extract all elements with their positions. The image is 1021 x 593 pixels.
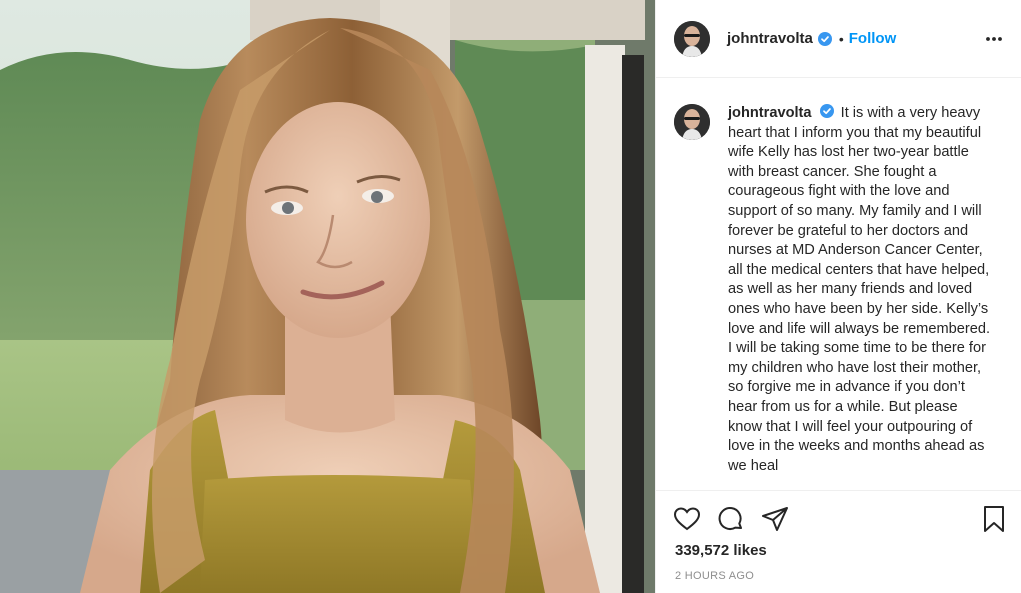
comment-icon[interactable] <box>717 505 745 533</box>
post-header: johntravolta • Follow <box>656 0 1021 78</box>
post-side-panel: johntravolta • Follow johntravolta It is… <box>655 0 1021 593</box>
heart-icon[interactable] <box>673 505 701 533</box>
post-photo[interactable] <box>0 0 655 593</box>
comments-section[interactable]: johntravolta It is with a very heavy hea… <box>656 79 1021 490</box>
caption-username-link[interactable]: johntravolta <box>728 105 812 121</box>
caption-text: It is with a very heavy heart that I inf… <box>728 105 990 474</box>
post-photo-image <box>0 0 655 593</box>
caption-verified-badge-icon <box>819 104 834 118</box>
caption-avatar[interactable] <box>674 104 710 140</box>
separator-dot: • <box>838 30 844 47</box>
username-link[interactable]: johntravolta <box>727 30 813 47</box>
follow-button[interactable]: Follow <box>849 30 897 47</box>
bookmark-icon[interactable] <box>980 505 1008 533</box>
post-actions: 339,572 likes 2 HOURS AGO <box>656 490 1021 593</box>
more-options-icon[interactable] <box>984 29 1004 49</box>
share-icon[interactable] <box>761 505 789 533</box>
verified-badge-icon <box>817 31 832 46</box>
likes-count[interactable]: 339,572 likes <box>675 542 767 559</box>
post-timestamp[interactable]: 2 HOURS AGO <box>675 570 754 582</box>
avatar[interactable] <box>674 20 710 57</box>
caption-text-block: johntravolta It is with a very heavy hea… <box>728 104 990 476</box>
caption-comment: johntravolta It is with a very heavy hea… <box>674 104 990 476</box>
